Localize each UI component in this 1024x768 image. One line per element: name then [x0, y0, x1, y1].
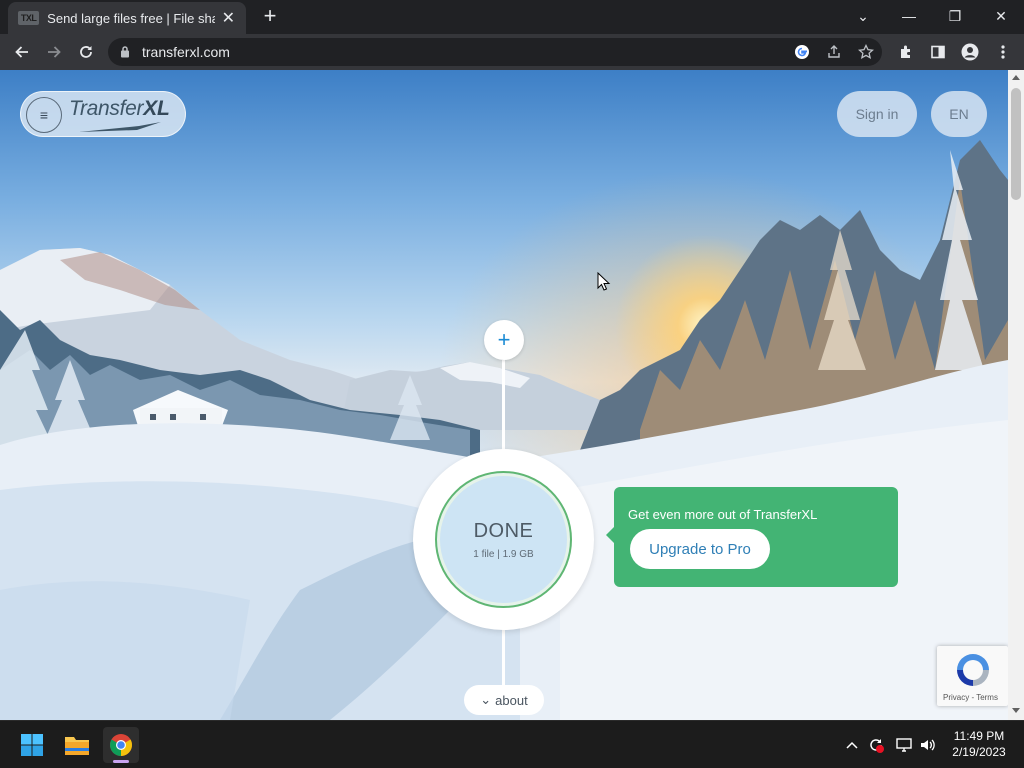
scroll-up-arrow-icon[interactable]	[1012, 75, 1020, 80]
url-text[interactable]: transferxl.com	[142, 44, 230, 60]
promo-text: Get even more out of TransferXL	[628, 507, 818, 522]
recaptcha-icon	[957, 654, 989, 686]
sync-alert-icon[interactable]	[866, 735, 886, 755]
upgrade-promo-box: Get even more out of TransferXL Upgrade …	[606, 487, 898, 587]
bookmark-star-icon[interactable]	[856, 42, 876, 62]
tray-chevron-up-icon[interactable]	[842, 735, 862, 755]
status-label: DONE	[473, 519, 534, 542]
back-icon[interactable]	[9, 40, 35, 64]
new-tab-button[interactable]: +	[258, 4, 282, 28]
language-button[interactable]: EN	[931, 91, 987, 137]
tab-search-icon[interactable]: ⌄	[848, 4, 878, 28]
google-icon[interactable]	[792, 42, 812, 62]
extensions-icon[interactable]	[893, 40, 919, 64]
address-bar[interactable]: transferxl.com	[108, 38, 882, 66]
page-scrollbar[interactable]	[1008, 70, 1024, 720]
logo-text-bold: XL	[143, 97, 170, 120]
tab-favicon: TXL	[18, 11, 40, 25]
clock-date: 2/19/2023	[952, 745, 1006, 759]
side-panel-icon[interactable]	[925, 40, 951, 64]
minimize-button[interactable]: —	[894, 4, 924, 28]
chrome-menu-icon[interactable]	[990, 40, 1016, 64]
volume-icon[interactable]	[918, 735, 938, 755]
browser-tab-strip: TXL Send large files free | File sharing…	[0, 0, 1024, 34]
profile-icon[interactable]	[957, 40, 983, 64]
clock-time: 11:49 PM	[953, 729, 1005, 743]
reload-icon[interactable]	[73, 40, 99, 64]
browser-toolbar: transferxl.com	[0, 34, 1024, 70]
lock-icon[interactable]	[120, 45, 130, 63]
tab-close-icon[interactable]: ✕	[221, 8, 236, 28]
about-label: about	[495, 692, 528, 708]
browser-tab[interactable]: TXL Send large files free | File sharing…	[8, 2, 246, 34]
connector-line-top	[502, 360, 505, 450]
windows-start-icon[interactable]	[14, 727, 50, 763]
active-app-indicator	[113, 760, 129, 763]
connector-line-bottom	[502, 628, 505, 686]
file-explorer-icon[interactable]	[59, 727, 95, 763]
mouse-cursor-icon	[597, 272, 611, 291]
transfer-done-indicator[interactable]: DONE 1 file | 1.9 GB	[435, 471, 572, 608]
transfer-status-circle: DONE 1 file | 1.9 GB	[413, 449, 594, 630]
forward-icon[interactable]	[41, 40, 67, 64]
network-icon[interactable]	[894, 735, 914, 755]
page-viewport: ≡ TransferXL Sign in EN + DONE 1 file | …	[0, 70, 1024, 720]
file-info: 1 file | 1.9 GB	[473, 548, 534, 560]
restore-button[interactable]: ❐	[940, 4, 970, 28]
add-files-button[interactable]: +	[484, 320, 524, 360]
hamburger-menu-icon[interactable]: ≡	[26, 97, 62, 133]
scrollbar-thumb[interactable]	[1011, 88, 1021, 200]
chrome-taskbar-icon[interactable]	[103, 727, 139, 763]
windows-taskbar: 11:49 PM 2/19/2023	[0, 720, 1024, 768]
logo-text-light: Transfer	[69, 97, 144, 120]
scroll-down-arrow-icon[interactable]	[1012, 708, 1020, 713]
recaptcha-badge[interactable]: Privacy - Terms	[937, 646, 1008, 706]
logo-swoosh-icon	[79, 122, 161, 132]
tab-title: Send large files free | File sharing	[47, 10, 214, 26]
close-window-button[interactable]: ✕	[986, 4, 1016, 28]
share-icon[interactable]	[824, 42, 844, 62]
chevron-down-icon: ⌄	[480, 692, 492, 707]
about-button[interactable]: ⌄ about	[464, 685, 544, 715]
transferxl-logo[interactable]: TransferXL	[69, 97, 170, 121]
promo-pointer	[606, 527, 614, 543]
sign-in-button[interactable]: Sign in	[837, 91, 917, 137]
logo-home-pill[interactable]: ≡ TransferXL	[20, 91, 186, 137]
upgrade-to-pro-button[interactable]: Upgrade to Pro	[630, 529, 770, 569]
recaptcha-links[interactable]: Privacy - Terms	[943, 693, 998, 702]
system-clock[interactable]: 11:49 PM 2/19/2023	[946, 728, 1012, 760]
